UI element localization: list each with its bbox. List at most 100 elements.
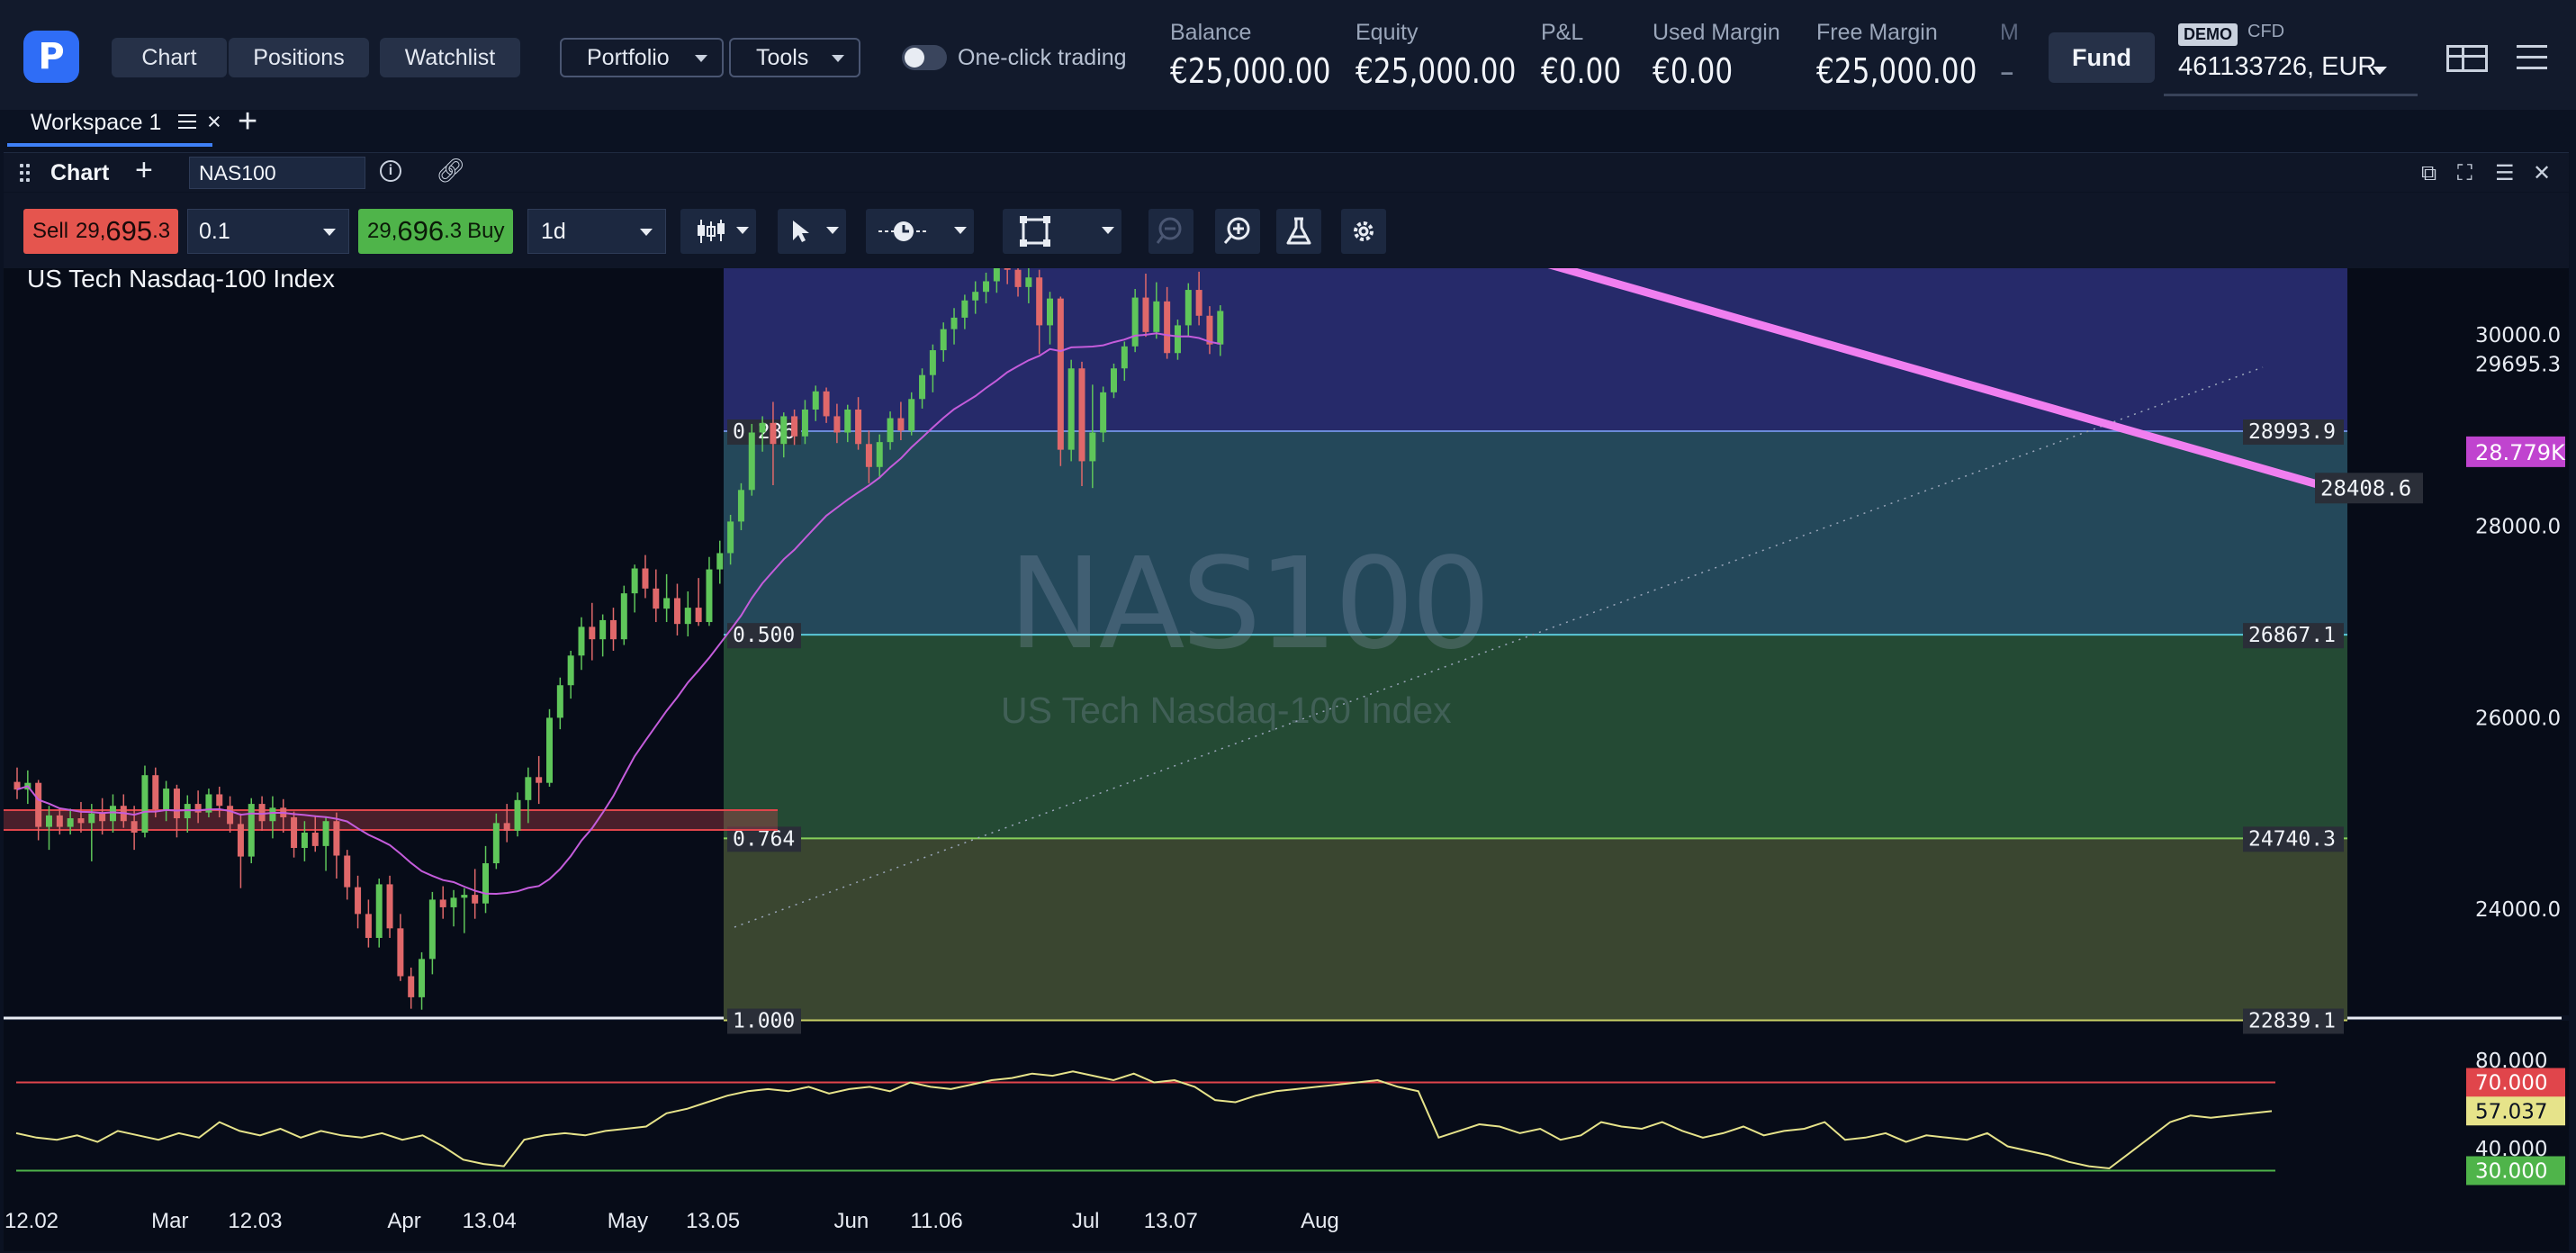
one-click-trading-toggle[interactable] <box>902 45 947 70</box>
chevron-down-icon <box>323 229 336 236</box>
nav-watchlist-button[interactable]: Watchlist <box>380 38 520 77</box>
candle-body <box>716 553 724 570</box>
info-icon[interactable]: i <box>380 160 401 182</box>
sell-button[interactable]: Sell 29, 695.3 <box>23 209 178 254</box>
candle-body <box>620 593 627 640</box>
chart-type-button[interactable] <box>680 209 756 254</box>
indicators-button[interactable] <box>1276 209 1321 254</box>
shape-tool-button[interactable] <box>1003 209 1121 254</box>
candle-body <box>194 804 202 813</box>
candle-body <box>961 300 968 318</box>
buy-label: Buy <box>467 219 505 243</box>
chart-area[interactable]: 0.00030895.10.23628993.90.50026867.10.76… <box>4 265 2569 1251</box>
nav-positions-button[interactable]: Positions <box>229 38 369 77</box>
x-axis-tick-label: 13.04 <box>463 1209 517 1233</box>
candle-body <box>1057 298 1064 450</box>
current-price-label: 28.779K <box>2475 440 2566 465</box>
nav-chart-button[interactable]: Chart <box>112 38 227 77</box>
fib-price-label: 24740.3 <box>2248 827 2336 851</box>
workspace-tab[interactable]: Workspace 1 × + <box>9 103 257 148</box>
timeframe-select[interactable]: 1d <box>527 209 666 254</box>
y-axis-tick-label: 28000.0 <box>2475 516 2561 539</box>
zoom-in-button[interactable] <box>1215 209 1260 254</box>
zoom-in-icon <box>1223 217 1250 244</box>
y-axis-tick-label: 26000.0 <box>2475 707 2561 730</box>
main-menu-icon[interactable] <box>2517 45 2547 70</box>
balance-stat: Balance €25,000.00 <box>1170 20 1366 91</box>
candle-body <box>141 775 149 833</box>
candle-body <box>812 391 819 410</box>
logo-letter: P <box>38 36 65 77</box>
candle-body <box>556 685 563 718</box>
candle-body <box>983 281 990 293</box>
candle-body <box>99 813 106 822</box>
candle-body <box>1014 269 1022 287</box>
app-logo[interactable]: P <box>23 31 79 83</box>
fund-button[interactable]: Fund <box>2049 32 2155 83</box>
tools-dropdown[interactable]: Tools <box>729 38 860 77</box>
timeframe-value: 1d <box>541 218 566 244</box>
candle-body <box>109 806 116 822</box>
price-chart-svg[interactable]: 0.00030895.10.23628993.90.50026867.10.76… <box>4 268 2569 1251</box>
popout-icon[interactable]: ⧉ <box>2421 162 2436 185</box>
portfolio-label: Portfolio <box>587 44 670 70</box>
top-bar: P Chart Positions Watchlist Portfolio To… <box>0 0 2576 147</box>
layout-icon[interactable] <box>2446 45 2488 72</box>
fib-price-label: 22839.1 <box>2248 1010 2336 1033</box>
add-workspace-icon[interactable]: + <box>238 103 257 141</box>
candle-body <box>1047 298 1054 326</box>
chart-settings-button[interactable] <box>1341 209 1386 254</box>
link-icon[interactable]: 🔗︎ <box>436 157 465 185</box>
quantity-select[interactable]: 0.1 <box>187 209 349 254</box>
candle-body <box>227 806 234 825</box>
chevron-down-icon[interactable] <box>2373 67 2387 75</box>
candle-body <box>748 432 755 491</box>
candle-body <box>993 268 1000 282</box>
x-axis-tick-label: Jun <box>834 1209 869 1233</box>
fib-band <box>724 635 2347 839</box>
buy-button[interactable]: 29, 696.3 Buy <box>358 209 513 254</box>
candle-body <box>45 815 52 827</box>
candle-body <box>1067 368 1075 450</box>
candle-body <box>408 976 415 997</box>
zoom-out-button[interactable] <box>1148 209 1193 254</box>
candle-body <box>940 329 947 351</box>
cursor-tool-button[interactable] <box>778 209 846 254</box>
add-chart-icon[interactable]: + <box>135 153 153 188</box>
candle-body <box>216 794 223 807</box>
y-axis-tick-label: 29695.3 <box>2475 353 2561 376</box>
pnl-value: €0.00 <box>1541 51 1622 91</box>
close-panel-icon[interactable]: ✕ <box>2533 162 2551 185</box>
panel-window-controls: ⧉ ⛶ ☰ ✕ <box>2421 162 2556 185</box>
fib-band <box>724 431 2347 636</box>
candle-body <box>780 416 788 445</box>
workspace-menu-icon[interactable] <box>178 114 196 129</box>
line-tool-button[interactable] <box>866 209 974 254</box>
fullscreen-icon[interactable]: ⛶ <box>2457 162 2472 185</box>
used-margin-stat: Used Margin €0.00 <box>1653 20 1780 91</box>
candle-body <box>344 855 351 888</box>
chevron-down-icon <box>826 227 839 234</box>
candle-body <box>322 821 329 846</box>
candle-body <box>791 416 798 437</box>
cursor-icon <box>793 221 809 242</box>
candle-body <box>1025 277 1032 287</box>
symbol-input[interactable] <box>189 157 365 189</box>
panel-menu-icon[interactable]: ☰ <box>2495 162 2515 185</box>
x-axis-tick-label: 13.07 <box>1144 1209 1198 1233</box>
candle-body <box>503 823 510 831</box>
candle-body <box>536 777 543 783</box>
candle-body <box>972 292 979 301</box>
candle-body <box>269 807 276 822</box>
drag-handle-icon[interactable] <box>20 164 31 182</box>
fib-price-label: 28993.9 <box>2248 420 2336 444</box>
candle-body <box>706 569 713 623</box>
account-selector[interactable]: 461133726, EUR <box>2178 52 2376 82</box>
close-icon[interactable]: × <box>207 108 221 136</box>
portfolio-dropdown[interactable]: Portfolio <box>560 38 724 77</box>
x-axis-tick-label: Jul <box>1072 1209 1100 1233</box>
candle-body <box>428 899 436 960</box>
candle-body <box>631 568 638 594</box>
instrument-title: US Tech Nasdaq-100 Index <box>27 265 335 293</box>
candle-body <box>258 804 266 822</box>
